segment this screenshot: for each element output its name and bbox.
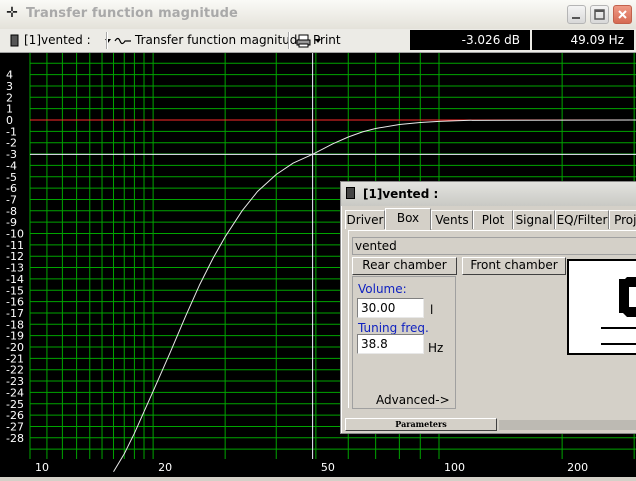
box-diagram — [569, 261, 636, 355]
tuning-freq-label: Tuning freq. — [358, 321, 429, 335]
waveform-icon — [114, 36, 132, 46]
plot-type-label: Transfer function magnitude — [135, 33, 305, 47]
close-icon — [614, 6, 631, 23]
tab-eq-filter[interactable]: EQ/Filter — [555, 210, 609, 229]
statusbar-track — [499, 420, 636, 430]
speaker-icon — [10, 34, 19, 47]
close-button[interactable] — [613, 5, 632, 24]
project-selector[interactable]: [1]vented : — [10, 31, 111, 49]
volume-field[interactable]: 30.00 — [357, 298, 424, 318]
toolbar: [1]vented : Transfer function magnitude … — [0, 29, 636, 53]
panel-statusbar: Parameters — [345, 418, 636, 431]
tab-driver[interactable]: Driver — [345, 210, 385, 229]
window-title: Transfer function magnitude — [26, 6, 238, 21]
minimize-icon — [568, 6, 585, 23]
tab-box[interactable]: Box — [385, 208, 431, 230]
box-name-field[interactable]: vented — [352, 237, 636, 255]
db-readout: -3.026 dB — [410, 30, 530, 50]
tab-plot[interactable]: Plot — [473, 210, 513, 229]
rear-chamber-button[interactable]: Rear chamber — [352, 257, 457, 275]
box-preview — [567, 259, 636, 355]
maximize-icon — [591, 6, 608, 23]
minimize-button[interactable] — [567, 5, 586, 24]
printer-icon — [296, 34, 311, 48]
volume-unit: l — [430, 303, 433, 317]
speaker-icon — [346, 187, 355, 199]
maximize-button[interactable] — [590, 5, 609, 24]
panel-title: [1]vented : — [363, 187, 438, 201]
chamber-parameters-group: Volume: 30.00 l Tuning freq. 38.8 Hz Adv… — [352, 276, 456, 409]
project-label: [1]vented : — [24, 33, 91, 47]
toolbar-separator — [106, 32, 108, 49]
tuning-freq-field[interactable]: 38.8 — [357, 334, 424, 354]
advanced-button[interactable]: Advanced-> — [376, 393, 450, 407]
y-tick-label: -28 — [6, 432, 24, 445]
tuning-freq-unit: Hz — [428, 341, 443, 355]
front-chamber-button[interactable]: Front chamber — [462, 257, 566, 275]
box-parameters-panel: [1]vented : Driver Box Vents Plot Signal… — [340, 181, 636, 434]
x-tick-label: 100 — [444, 461, 465, 474]
title-bar: ✛ Transfer function magnitude — [0, 0, 636, 30]
crosshair-icon[interactable]: ✛ — [4, 5, 20, 21]
parameters-tab[interactable]: Parameters — [345, 418, 497, 431]
x-tick-label: 50 — [321, 461, 335, 474]
panel-tabs: Driver Box Vents Plot Signal EQ/Filter P… — [345, 208, 636, 230]
box-tab-content: vented Rear chamber Front chamber Volume… — [348, 230, 636, 408]
freq-readout: 49.09 Hz — [532, 30, 634, 50]
print-label: Print — [313, 33, 341, 47]
x-tick-label: 10 — [35, 461, 49, 474]
x-tick-label: 20 — [158, 461, 172, 474]
tab-signal[interactable]: Signal — [513, 210, 555, 229]
volume-label: Volume: — [358, 282, 407, 296]
toolbar-separator — [288, 32, 290, 49]
x-tick-label: 200 — [567, 461, 588, 474]
print-button[interactable]: Print — [296, 31, 341, 49]
tab-project[interactable]: Proje — [609, 210, 636, 229]
tab-vents[interactable]: Vents — [431, 210, 473, 229]
panel-title-bar[interactable]: [1]vented : — [341, 182, 636, 206]
